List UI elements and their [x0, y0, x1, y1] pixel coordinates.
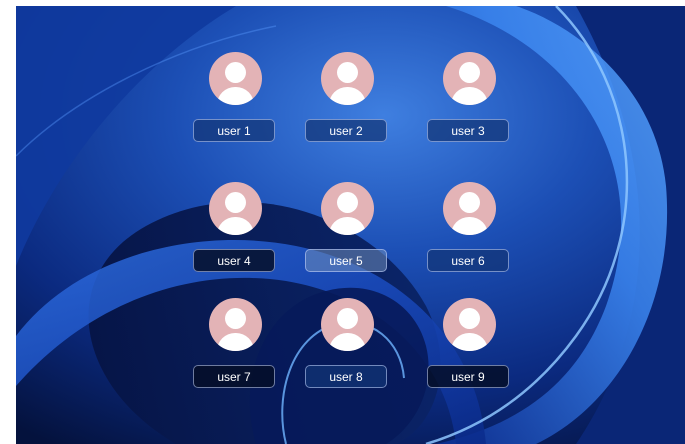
- avatar-body: [329, 217, 366, 235]
- avatar-body: [329, 333, 366, 351]
- user-avatar-icon[interactable]: [443, 52, 496, 105]
- avatar-head: [459, 192, 480, 213]
- avatar-head: [225, 192, 246, 213]
- user-tile-6[interactable]: user 6: [427, 182, 511, 282]
- user-avatar-icon[interactable]: [209, 52, 262, 105]
- avatar-body: [451, 333, 488, 351]
- user-name-button[interactable]: user 8: [305, 365, 387, 388]
- user-tile-1[interactable]: user 1: [193, 52, 277, 152]
- user-name-button[interactable]: user 5: [305, 249, 387, 272]
- user-tile-7[interactable]: user 7: [193, 298, 277, 398]
- user-avatar-icon[interactable]: [321, 182, 374, 235]
- user-avatar-icon[interactable]: [209, 298, 262, 351]
- avatar-head: [225, 62, 246, 83]
- user-name-button[interactable]: user 7: [193, 365, 275, 388]
- login-screen: user 1 user 2 user 3 user 4 user 5 user 6 user…: [16, 6, 685, 444]
- user-tile-3[interactable]: user 3: [427, 52, 511, 152]
- user-name-button[interactable]: user 2: [305, 119, 387, 142]
- user-name-button[interactable]: user 3: [427, 119, 509, 142]
- user-tile-5[interactable]: user 5: [305, 182, 389, 282]
- user-tile-4[interactable]: user 4: [193, 182, 277, 282]
- user-tile-2[interactable]: user 2: [305, 52, 389, 152]
- user-tile-8[interactable]: user 8: [305, 298, 389, 398]
- avatar-body: [451, 217, 488, 235]
- user-avatar-icon[interactable]: [321, 52, 374, 105]
- user-name-button[interactable]: user 4: [193, 249, 275, 272]
- user-name-button[interactable]: user 1: [193, 119, 275, 142]
- avatar-head: [459, 308, 480, 329]
- avatar-head: [459, 62, 480, 83]
- avatar-body: [329, 87, 366, 105]
- avatar-body: [217, 217, 254, 235]
- user-avatar-icon[interactable]: [443, 298, 496, 351]
- user-grid: user 1 user 2 user 3 user 4 user 5 user 6 user…: [16, 6, 685, 444]
- user-tile-9[interactable]: user 9: [427, 298, 511, 398]
- user-avatar-icon[interactable]: [443, 182, 496, 235]
- avatar-body: [217, 87, 254, 105]
- avatar-head: [337, 308, 358, 329]
- user-avatar-icon[interactable]: [209, 182, 262, 235]
- user-name-button[interactable]: user 6: [427, 249, 509, 272]
- avatar-head: [225, 308, 246, 329]
- user-name-button[interactable]: user 9: [427, 365, 509, 388]
- avatar-head: [337, 62, 358, 83]
- user-avatar-icon[interactable]: [321, 298, 374, 351]
- avatar-head: [337, 192, 358, 213]
- avatar-body: [217, 333, 254, 351]
- avatar-body: [451, 87, 488, 105]
